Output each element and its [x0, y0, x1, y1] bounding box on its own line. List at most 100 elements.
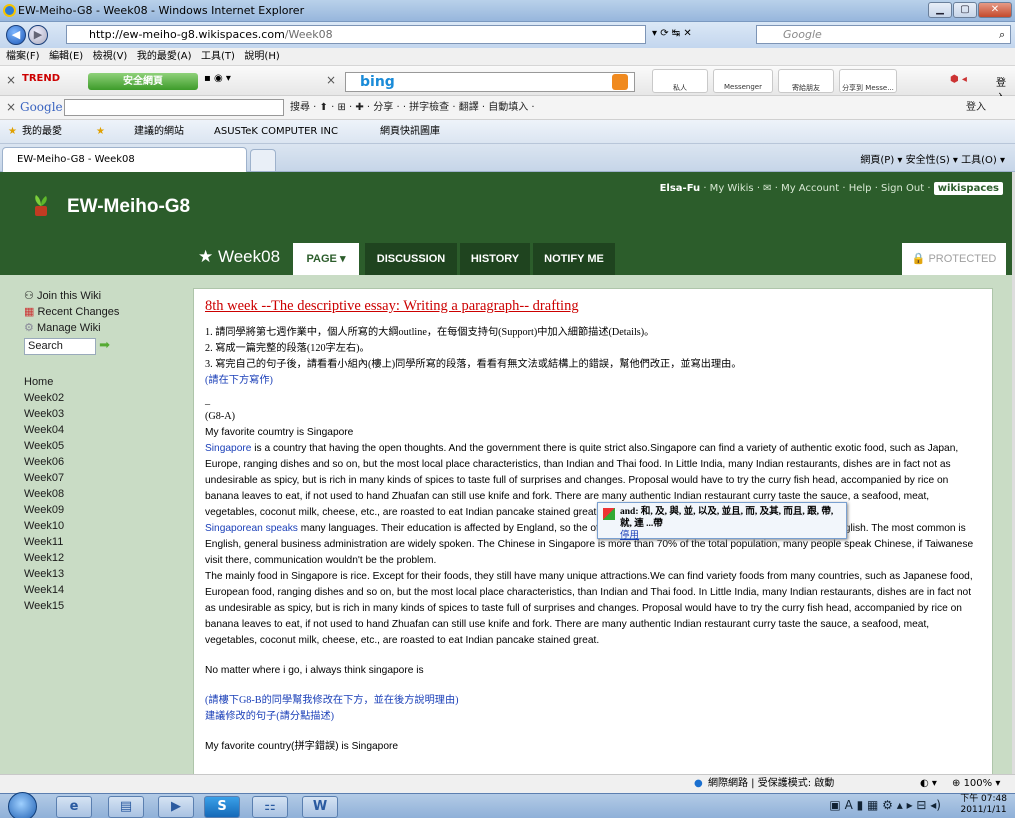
nav-week14[interactable]: Week14: [24, 582, 184, 598]
messenger-tile[interactable]: Messenger: [713, 69, 773, 93]
menu-help[interactable]: 說明(H): [244, 48, 279, 65]
nav-week12[interactable]: Week12: [24, 550, 184, 566]
web-slice-link[interactable]: 網頁快訊圖庫: [380, 120, 440, 144]
bottom-line: My favorite country(拼字錯誤) is Singapore: [205, 741, 399, 752]
edit-instruction-1: (請樓下G8-B的同學幫我修改在下方，並在後方說明理由): [205, 695, 459, 706]
zone-status[interactable]: 網際網路 | 受保護模式: 啟動: [708, 775, 834, 793]
address-bar[interactable]: http://ew-meiho-g8.wikispaces.com/Week08: [66, 25, 646, 44]
nav-week06[interactable]: Week06: [24, 454, 184, 470]
tab-discussion[interactable]: DISCUSSION: [365, 243, 457, 275]
asus-link[interactable]: ASUSTeK COMPUTER INC: [214, 120, 338, 144]
zoom-level[interactable]: ⊕ 100% ▾: [952, 775, 1000, 793]
favorites-button[interactable]: 我的最愛: [22, 120, 62, 144]
suggested-sites-link[interactable]: 建議的網站: [134, 120, 184, 144]
wiki-page: EW-Meiho-G8 Elsa-Fu · My Wikis · ✉ · My …: [0, 172, 1013, 774]
close-button[interactable]: ✕: [978, 2, 1012, 18]
tab-row: EW-Meiho-G8 - Week08 網頁(P) ▾ 安全性(S) ▾ 工具…: [0, 144, 1015, 172]
refresh-stop-icons[interactable]: ▾ ⟳ ↹ ✕: [652, 28, 692, 39]
wikispaces-badge[interactable]: wikispaces: [933, 182, 1003, 195]
close-toolbar-icon[interactable]: ×: [6, 73, 16, 87]
send-friend-tile[interactable]: 寄給朋友: [778, 69, 834, 93]
user-name[interactable]: Elsa-Fu: [660, 183, 701, 194]
search-input[interactable]: Google: [756, 25, 1011, 44]
network-taskbar-icon[interactable]: ⚏: [252, 796, 288, 818]
nav-week11[interactable]: Week11: [24, 534, 184, 550]
start-button[interactable]: [8, 792, 37, 818]
share-tile[interactable]: 分享到 Messe...: [839, 69, 897, 93]
manage-wiki-link[interactable]: ⚙ Manage Wiki: [24, 320, 184, 336]
menu-view[interactable]: 檢視(V): [93, 48, 128, 65]
command-bar[interactable]: 網頁(P) ▾ 安全性(S) ▾ 工具(O) ▾: [860, 151, 1005, 166]
bing-search-icon[interactable]: [612, 74, 628, 90]
google-login[interactable]: 登入: [966, 96, 986, 120]
antivirus-icon[interactable]: ⬢ ◂: [950, 74, 967, 85]
tab-week08[interactable]: EW-Meiho-G8 - Week08: [2, 147, 247, 172]
google-toolbar: × Google 搜尋 · ⬆ · ⊞ · ✚ · 分享 · · 拼字檢查 · …: [0, 96, 1015, 120]
users-icon: ⚇: [24, 290, 34, 302]
recent-changes-link[interactable]: ▦ Recent Changes: [24, 304, 184, 320]
nav-week02[interactable]: Week02: [24, 390, 184, 406]
tab-notify-me[interactable]: NOTIFY ME: [533, 243, 615, 275]
menu-tools[interactable]: 工具(T): [201, 48, 235, 65]
nav-week05[interactable]: Week05: [24, 438, 184, 454]
system-tray-icons[interactable]: ▣ A ▮ ▦ ⚙ ▴ ▸ ⊟ ◂): [829, 798, 941, 812]
ie-taskbar-icon[interactable]: e: [56, 796, 92, 818]
forward-button[interactable]: ▶: [28, 25, 48, 45]
nav-week04[interactable]: Week04: [24, 422, 184, 438]
singapore-link[interactable]: Singapore: [205, 443, 251, 454]
windows-taskbar: e ▤ ▶ S ⚏ W ▣ A ▮ ▦ ⚙ ▴ ▸ ⊟ ◂) 下午 07:48 …: [0, 792, 1015, 818]
wiki-search-input[interactable]: Search: [24, 338, 96, 355]
protected-mode-icon[interactable]: ◐ ▾: [920, 775, 937, 793]
add-favorite-icon[interactable]: ★: [96, 120, 105, 144]
menu-favorites[interactable]: 我的最愛(A): [137, 48, 192, 65]
page-content: 8th week --The descriptive essay: Writin…: [193, 288, 993, 774]
wiki-header: EW-Meiho-G8 Elsa-Fu · My Wikis · ✉ · My …: [0, 172, 1013, 275]
menu-edit[interactable]: 編輯(E): [49, 48, 83, 65]
back-button[interactable]: ◀: [6, 25, 26, 45]
private-tile[interactable]: 私人: [652, 69, 708, 93]
new-tab-button[interactable]: [250, 149, 276, 171]
singaporean-speaks-link[interactable]: Singaporean speaks: [205, 523, 298, 534]
google-toolbar-buttons[interactable]: 搜尋 · ⬆ · ⊞ · ✚ · 分享 · · 拼字檢查 · 翻譯 · 自動填入…: [290, 96, 535, 120]
paragraph-2: Singaporean speaks many languages. Their…: [205, 523, 974, 566]
plant-logo-icon: [35, 195, 47, 216]
window-title: EW-Meiho-G8 - Week08 - Windows Internet …: [18, 4, 305, 17]
tab-history[interactable]: HISTORY: [460, 243, 530, 275]
minimize-button[interactable]: ▁: [928, 2, 952, 18]
close-bing-icon[interactable]: ×: [326, 73, 336, 87]
disable-translate-link[interactable]: 停用: [620, 530, 840, 542]
user-links[interactable]: · My Wikis · ✉ · My Account · Help · Sig…: [703, 183, 930, 194]
nav-home[interactable]: Home: [24, 374, 184, 390]
safe-page-badge[interactable]: 安全網頁: [88, 73, 198, 90]
google-search-input[interactable]: [64, 99, 284, 116]
trend-logo[interactable]: TREND: [22, 73, 60, 84]
wiki-sidebar: ⚇ Join this Wiki ▦ Recent Changes ⚙ Mana…: [24, 288, 184, 614]
search-go-icon[interactable]: ➡: [99, 337, 110, 352]
menu-file[interactable]: 檔案(F): [6, 48, 40, 65]
tab-page[interactable]: PAGE ▾: [293, 243, 359, 275]
close-google-toolbar-icon[interactable]: ×: [6, 100, 16, 114]
site-name[interactable]: EW-Meiho-G8: [67, 196, 190, 218]
nav-week13[interactable]: Week13: [24, 566, 184, 582]
search-icon[interactable]: ⌕: [999, 28, 1005, 42]
media-taskbar-icon[interactable]: ▶: [158, 796, 194, 818]
bing-search-input[interactable]: bing: [345, 72, 635, 92]
skype-taskbar-icon[interactable]: S: [204, 796, 240, 818]
nav-week07[interactable]: Week07: [24, 470, 184, 486]
clock-date: 2011/1/11: [960, 805, 1007, 815]
nav-week03[interactable]: Week03: [24, 406, 184, 422]
nav-week15[interactable]: Week15: [24, 598, 184, 614]
divider-dash: _: [205, 395, 211, 406]
nav-week10[interactable]: Week10: [24, 518, 184, 534]
join-wiki-link[interactable]: ⚇ Join this Wiki: [24, 288, 184, 304]
nav-week08[interactable]: Week08: [24, 486, 184, 502]
explorer-taskbar-icon[interactable]: ▤: [108, 796, 144, 818]
maximize-button[interactable]: ▢: [953, 2, 977, 18]
word-taskbar-icon[interactable]: W: [302, 796, 338, 818]
nav-week09[interactable]: Week09: [24, 502, 184, 518]
radio-icon[interactable]: ▪ ◉ ▾: [204, 73, 231, 84]
protected-badge: 🔒 PROTECTED: [902, 243, 1006, 275]
clock-time: 下午 07:48: [960, 794, 1007, 804]
translate-popup[interactable]: and: 和, 及, 與, 並, 以及, 並且, 而, 及其, 而且, 跟, 帶…: [597, 502, 847, 542]
taskbar-clock[interactable]: 下午 07:48 2011/1/11: [960, 794, 1007, 816]
